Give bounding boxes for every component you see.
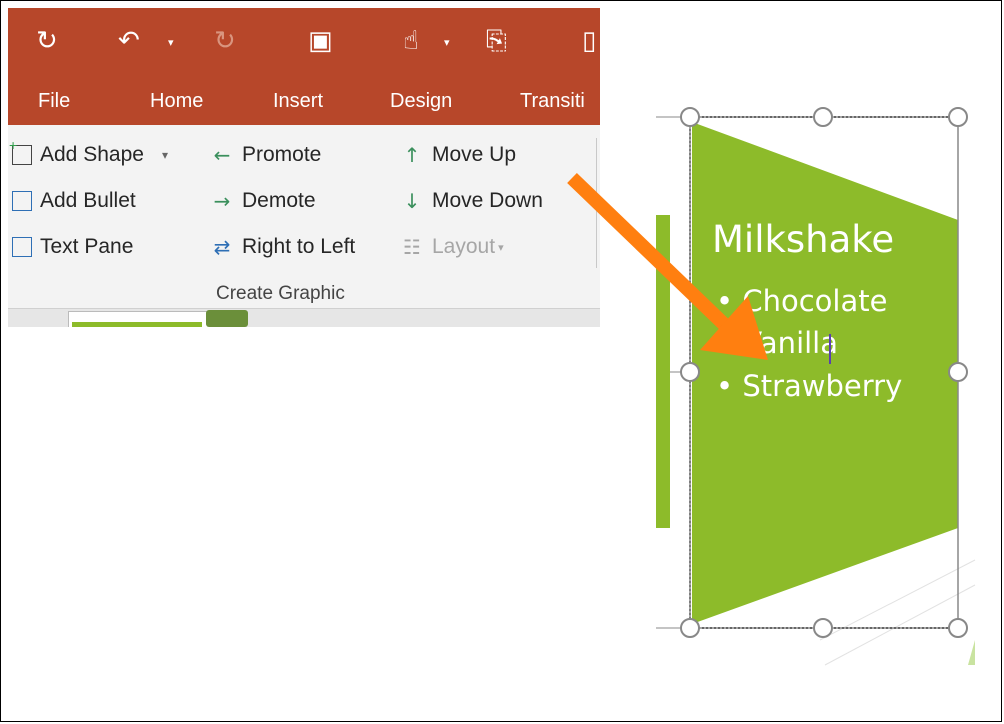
orange-arrow-shaft — [567, 172, 735, 336]
annotation-layer — [567, 172, 768, 360]
